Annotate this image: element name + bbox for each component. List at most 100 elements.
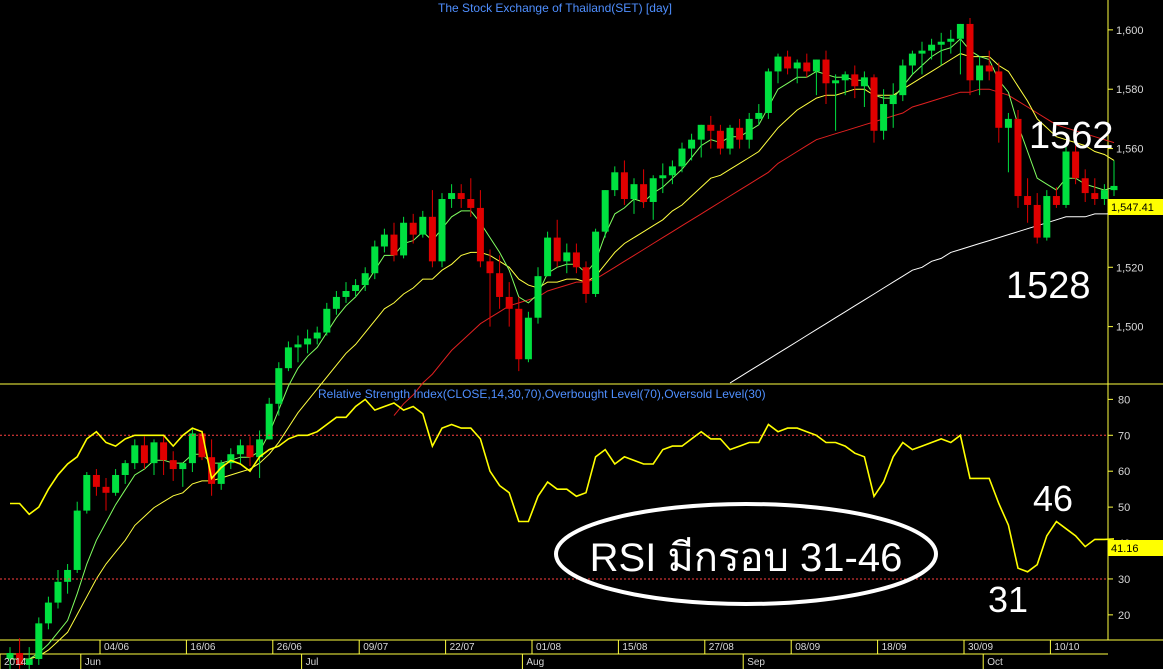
rsi-tick-label: 20 [1118,610,1130,622]
background [0,0,1163,669]
candle-body [400,222,408,256]
candle-body [294,344,302,348]
price-last-label: 1,547.41 [1111,202,1154,214]
candle-body [985,65,993,72]
price-tick-label: 1,520 [1116,262,1144,274]
candle-body [592,231,600,294]
candle-body [880,104,888,131]
candle-body [678,148,686,167]
price-low-annotation: 1528 [1006,265,1091,307]
candle-body [976,65,984,81]
candle-body [44,602,52,624]
candle-body [476,207,484,262]
candle-body [179,463,187,470]
candle-body [582,267,590,294]
candle-body [64,569,72,582]
candle-body [841,74,849,81]
price-tick-label: 1,560 [1116,144,1144,156]
candle-body [899,65,907,96]
date-tick-label: 09/07 [363,642,388,653]
candle-body [140,445,148,464]
candle-body [265,403,273,440]
candle-body [313,332,321,339]
candle-body [304,338,312,345]
candle-body [803,62,811,72]
candle-body [1052,196,1060,205]
candle-body [601,190,609,232]
candle-body [870,77,878,131]
candle-body [755,112,763,119]
month-tick-label: 2014 [4,657,27,668]
rsi-chart-title: Relative Strength Index(CLOSE,14,30,70),… [318,387,766,401]
candle-body [92,474,100,487]
candle-body [544,237,552,277]
date-tick-label: 16/06 [190,642,215,653]
candle-body [668,166,676,176]
candle-body [707,124,715,131]
candle-body [995,71,1003,128]
candle-body [486,261,494,274]
candle-body [515,308,523,360]
candle-body [25,658,33,665]
candle-body [332,296,340,309]
candle-body [1081,178,1089,194]
candle-body [160,442,168,461]
candle-body [188,433,196,464]
candle-body [764,71,772,113]
candle-body [697,124,705,140]
candle-body [361,273,369,286]
candle-body [457,193,465,200]
month-tick-label: Aug [526,657,544,668]
candle-body [553,237,561,262]
rsi-tick-label: 30 [1118,574,1130,586]
candle-body [851,74,859,87]
candle-body [716,130,724,149]
candle-body [342,291,350,297]
date-tick-label: 27/08 [709,642,734,653]
candle-body [467,199,475,208]
date-tick-label: 30/09 [968,642,993,653]
candle-body [409,222,417,235]
candle-body [860,77,868,87]
candle-body [1033,204,1041,238]
candle-body [784,56,792,69]
candle-body [352,285,360,292]
candle-body [496,273,504,297]
candle-body [131,445,139,464]
chart-canvas: The Stock Exchange of Thailand(SET) [day… [0,0,1163,669]
candle-body [323,308,331,333]
date-tick-label: 08/09 [795,642,820,653]
price-high-annotation: 1562 [1029,115,1114,157]
date-tick-label: 01/08 [536,642,561,653]
candle-body [380,234,388,247]
rsi-tick-label: 80 [1118,394,1130,406]
rsi-tick-label: 70 [1118,430,1130,442]
candle-body [956,23,964,39]
candle-body [102,486,110,493]
candle-body [1091,193,1099,200]
candle-body [947,38,955,42]
candle-body [726,127,734,149]
candle-body [812,59,820,72]
candle-body [505,296,513,309]
candle-body [121,463,129,475]
rsi-last-label: 41.16 [1111,543,1139,555]
candle-body [659,175,667,179]
price-chart-title: The Stock Exchange of Thailand(SET) [day… [438,1,672,15]
candle-body [371,246,379,274]
candle-body [1004,118,1012,128]
month-tick-label: Oct [987,657,1003,668]
month-tick-label: Jun [85,657,101,668]
candle-body [918,50,926,54]
candle-body [966,23,974,81]
rsi-tick-label: 60 [1118,466,1130,478]
candle-body [246,445,254,458]
candle-body [1100,190,1108,200]
month-tick-label: Sep [747,657,765,668]
price-tick-label: 1,580 [1116,84,1144,96]
candle-body [390,234,398,256]
candle-body [1062,151,1070,205]
candle-body [83,474,91,511]
candle-body [438,199,446,262]
candle-body [630,184,638,200]
